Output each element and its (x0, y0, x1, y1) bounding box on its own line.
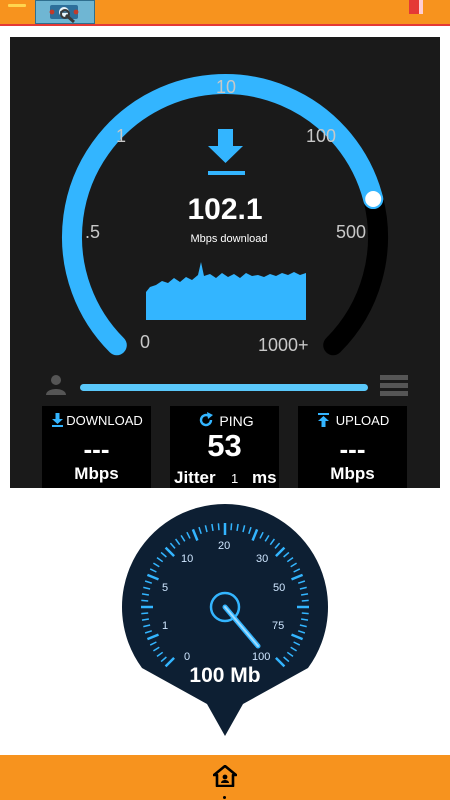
gauge-readout: 100 Mb (189, 664, 261, 687)
gauge-tick (301, 599, 309, 602)
speed-gauge (121, 504, 329, 736)
scale-label-0: 0 (140, 332, 151, 352)
gauge-label-30: 30 (256, 553, 269, 565)
current-speed-unit: Mbps download (190, 233, 268, 245)
gauge-label-0: 0 (184, 651, 191, 663)
gauge-label-50: 50 (273, 582, 286, 594)
download-card: DOWNLOAD --- Mbps (42, 406, 151, 488)
gauge-label-20: 20 (218, 540, 231, 552)
current-speed-value: 102.1 (187, 193, 263, 226)
jitter-label: Jitter (174, 468, 216, 487)
gauge-label-75: 75 (272, 620, 285, 632)
download-value: --- (83, 434, 110, 464)
top-app-bar (0, 0, 450, 26)
upload-title: UPLOAD (335, 413, 390, 428)
bottom-nav-bar (0, 755, 450, 800)
download-unit: Mbps (74, 464, 119, 483)
gauge-tick (141, 599, 149, 602)
server-icon (380, 375, 408, 396)
scale-label-10: 10 (216, 77, 237, 97)
speed-graph (146, 262, 306, 320)
scale-label-100: 100 (306, 126, 337, 146)
speedtest-logo (35, 0, 95, 24)
jitter-unit: ms (252, 468, 277, 487)
gauge-tick (217, 523, 220, 531)
home-icon[interactable] (213, 765, 237, 787)
exit-door-icon[interactable] (405, 0, 431, 16)
ping-value: 53 (207, 428, 242, 463)
jitter-value: 1 (231, 471, 239, 486)
gauge-label-100: 100 (252, 651, 271, 663)
scale-label-1000plus: 1000+ (258, 335, 309, 355)
user-icon (46, 375, 66, 395)
ping-card: PING 53 Jitter 1 ms (170, 406, 279, 488)
gauge-label-5: 5 (162, 582, 169, 594)
scale-label-half: .5 (85, 222, 101, 242)
connection-progress-bar (80, 384, 368, 391)
gauge-tick (141, 612, 149, 615)
download-title: DOWNLOAD (66, 413, 143, 428)
gauge-tick (230, 523, 233, 531)
speed-test-panel: 102.1 Mbps download 0 .5 1 10 100 500 10… (10, 37, 440, 488)
upload-value: --- (339, 434, 366, 464)
scale-label-1: 1 (116, 126, 127, 146)
top-bar-divider (0, 24, 450, 26)
upload-unit: Mbps (330, 464, 375, 483)
download-arrow-icon (208, 129, 245, 175)
upload-card: UPLOAD --- Mbps (298, 406, 407, 488)
ping-title: PING (219, 413, 254, 429)
gauge-label-1: 1 (162, 620, 169, 632)
menu-icon[interactable] (8, 4, 26, 7)
home-indicator (223, 796, 226, 799)
scale-label-500: 500 (336, 222, 367, 242)
gauge-tick (301, 612, 309, 615)
gauge-label-10: 10 (181, 553, 194, 565)
